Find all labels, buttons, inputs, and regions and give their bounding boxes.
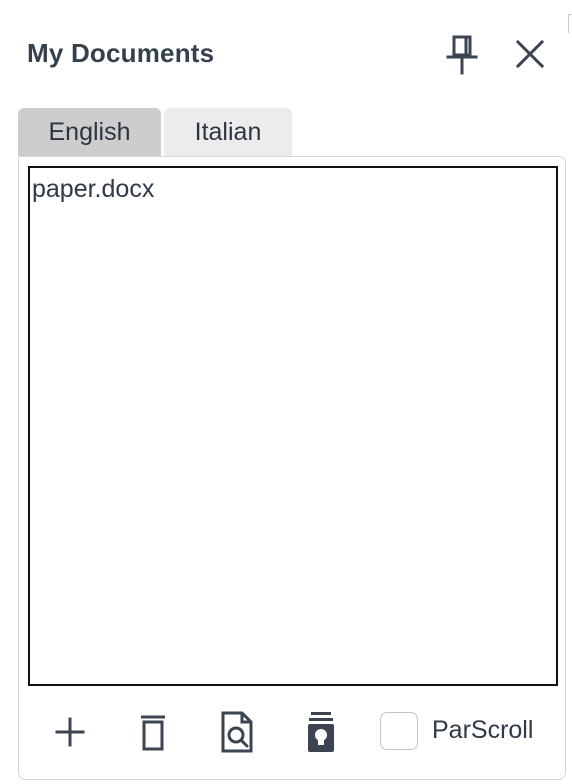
add-document-button[interactable] [48,704,92,760]
pin-icon [446,33,478,75]
hint-button[interactable] [299,704,343,760]
document-search-icon [220,711,254,753]
close-button[interactable] [508,32,552,76]
tab-italian[interactable]: Italian [164,108,292,156]
pin-button[interactable] [441,30,483,78]
lightbulb-icon [305,711,337,753]
tab-english[interactable]: English [18,108,161,156]
parscroll-checkbox[interactable] [380,712,418,750]
delete-document-button[interactable] [131,704,175,760]
window-corner-mark [568,14,572,33]
language-tabs: English Italian [18,108,292,156]
trash-icon [139,713,167,751]
preview-document-button[interactable] [215,704,259,760]
plus-icon [54,716,86,748]
document-toolbar: ParScroll [0,704,572,760]
my-documents-panel: My Documents English Italian paper.docx … [0,0,572,784]
parscroll-label: ParScroll [432,716,534,744]
close-icon [515,39,545,69]
document-list[interactable]: paper.docx [28,166,558,686]
panel-title: My Documents [27,38,215,68]
list-item[interactable]: paper.docx [30,168,556,204]
